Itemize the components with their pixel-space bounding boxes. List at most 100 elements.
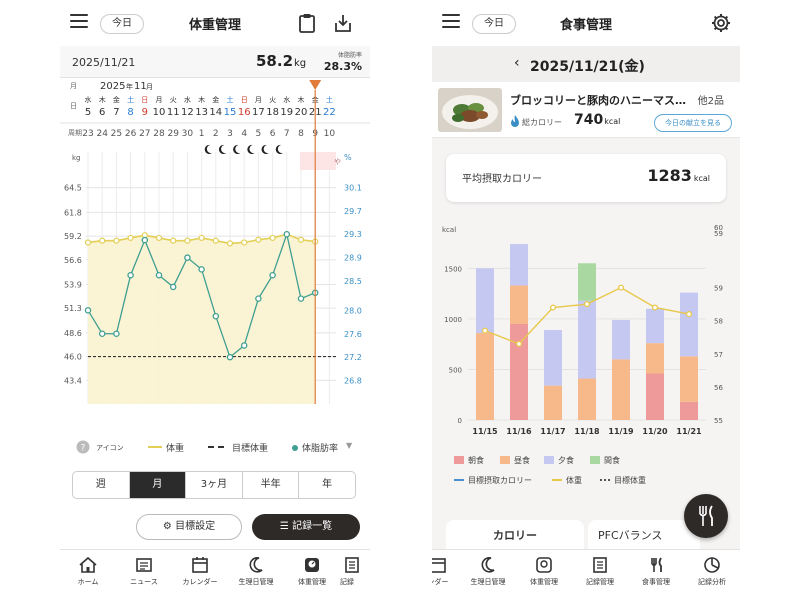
calendar-grid[interactable]: 月 2025 年 11 月日周期水523木624金725土826日927月1028火11… xyxy=(60,78,370,142)
bottom-navigation: ンダー 生理日管理 体重管理 記録管理 食事管理 記録分析 xyxy=(432,549,740,600)
bar-segment-夕食 xyxy=(544,330,562,386)
download-icon[interactable] xyxy=(332,12,354,34)
avg-calorie: 1283 kcal xyxy=(647,166,710,185)
lunch-swatch xyxy=(500,456,510,464)
x-tick: 11/20 xyxy=(642,427,668,436)
cycle-day: 4 xyxy=(241,129,247,139)
gear-icon: ⚙ xyxy=(162,521,172,532)
tab-3months[interactable]: 3ヶ月 xyxy=(186,472,243,498)
svg-text:?: ? xyxy=(81,444,86,454)
weekday-label: 金 xyxy=(212,95,219,104)
bar-segment-昼食 xyxy=(646,343,664,374)
bar-segment-夕食 xyxy=(578,300,596,379)
nav-calendar-label: カレンダー xyxy=(182,578,218,586)
gear-icon[interactable] xyxy=(710,12,732,34)
calendar-strip[interactable]: 月 2025 年 11 月日周期水 5 23 木 6 24 金 7 25 土 8 26 日 9 27 月 10 28 火 11… xyxy=(60,78,370,142)
edge-label: や xyxy=(334,158,341,166)
month-suffix: 月 xyxy=(146,83,153,91)
day-number: 14 xyxy=(209,107,222,118)
nav-period[interactable]: 生理日管理 xyxy=(228,556,284,587)
average-calorie-card: 平均摂取カロリー 1283 kcal xyxy=(446,154,726,202)
cycle-day: 23 xyxy=(82,129,93,139)
month-row-label: 月 xyxy=(70,82,77,90)
weekday-label: 月 xyxy=(156,96,163,104)
legend-dropdown-icon[interactable]: ▼ xyxy=(346,441,352,450)
day-number: 7 xyxy=(113,107,119,118)
menu-icon[interactable] xyxy=(70,14,88,28)
scale-icon xyxy=(305,558,319,572)
nav-analysis[interactable]: 記録分析 xyxy=(684,556,740,587)
weekday-label: 木 xyxy=(99,95,106,104)
weight-point xyxy=(113,237,120,244)
weight-point xyxy=(515,340,523,347)
nav-calendar-label: ンダー xyxy=(432,578,449,586)
bar-segment-夕食 xyxy=(646,308,664,344)
chart-legend: ? アイコン 体重 目標体重 体脂肪率 ▼ xyxy=(60,436,370,458)
meal-card[interactable]: ブロッコリーと豚肉のハニーマス… 他2品 総カロリー 740kcal 今日の献立… xyxy=(432,84,740,138)
y-right-tick: 27.2 xyxy=(344,353,362,362)
total-kcal: 740kcal xyxy=(574,112,620,128)
y-left-tick: 500 xyxy=(449,366,462,374)
weight-chart[interactable]: 64.5 61.8 59.2 56.6 53.9 51.3 48.6 46.0 43.4 30.1… xyxy=(60,142,370,432)
nav-period[interactable]: 生理日管理 xyxy=(460,556,516,587)
help-icon[interactable]: ? xyxy=(76,440,90,454)
target-legend-swatch xyxy=(208,446,224,448)
today-button[interactable]: 今日 xyxy=(472,14,516,34)
tab-calorie[interactable]: カロリー xyxy=(446,520,584,552)
weight-management-screen: 今日 体重管理 2025/11/21 58.2kg 体脂肪率 28.3% 月 20… xyxy=(60,0,370,600)
breakfast-swatch xyxy=(454,456,464,464)
legend-dinner: 夕食 xyxy=(544,455,574,466)
weekday-label: 木 xyxy=(298,95,305,104)
nav-news[interactable]: ニュース xyxy=(116,556,172,587)
fat-point xyxy=(255,295,262,302)
menu-icon[interactable] xyxy=(442,14,460,28)
record-list-label: 記録一覧 xyxy=(292,521,333,532)
y-left-tick: 64.5 xyxy=(64,184,82,193)
clipboard-icon[interactable] xyxy=(296,12,318,34)
weight-swatch xyxy=(552,479,562,481)
nav-record[interactable]: 記録 xyxy=(340,556,370,587)
goal-settings-button[interactable]: ⚙ 目標設定 xyxy=(136,514,242,540)
add-meal-fab[interactable] xyxy=(684,494,728,538)
nav-weight[interactable]: 体重管理 xyxy=(516,556,572,587)
y-left-tick: 0 xyxy=(458,417,462,425)
app-bar: 今日 体重管理 xyxy=(60,0,370,46)
cycle-day: 10 xyxy=(324,129,336,139)
weekday-label: 土 xyxy=(326,95,333,104)
calorie-chart[interactable]: 0 500 1000 1500 55 56 57 58 59 kcal 60 59 11/15 11/16… xyxy=(432,220,740,442)
app-bar: 今日 食事管理 xyxy=(432,0,740,46)
snack-swatch xyxy=(590,456,600,464)
weight-point xyxy=(583,301,591,308)
nav-calendar[interactable]: カレンダー xyxy=(172,556,228,587)
weight-point xyxy=(198,234,205,242)
nav-meal[interactable]: 食事管理 xyxy=(628,556,684,587)
y-right-tick: 29.7 xyxy=(344,207,362,216)
nav-home-label: ホーム xyxy=(77,578,99,586)
nav-news-label: ニュース xyxy=(130,578,158,586)
y-right-tick: 59 xyxy=(714,285,723,293)
y-right-tick: 26.8 xyxy=(344,377,362,386)
nav-weight[interactable]: 体重管理 xyxy=(284,556,340,587)
today-button[interactable]: 今日 xyxy=(100,14,144,34)
tab-week[interactable]: 週 xyxy=(73,472,130,498)
nav-records[interactable]: 記録管理 xyxy=(572,556,628,587)
tab-half-year[interactable]: 半年 xyxy=(243,472,300,498)
record-list-button[interactable]: ☰ 記録一覧 xyxy=(252,514,360,540)
nav-home[interactable]: ホーム xyxy=(60,556,116,587)
view-today-menu-button[interactable]: 今日の献立を見る xyxy=(654,114,732,132)
y-left-tick: 53.9 xyxy=(64,280,82,289)
day-number: 10 xyxy=(153,107,166,118)
weekday-label: 水 xyxy=(85,95,92,104)
fat-point xyxy=(169,283,177,291)
tab-year[interactable]: 年 xyxy=(299,472,355,498)
tab-month[interactable]: 月 xyxy=(129,472,187,498)
bar-segment-夕食 xyxy=(680,292,698,357)
y-right-label: % xyxy=(344,153,352,162)
weight-point xyxy=(212,237,219,244)
scale-icon xyxy=(536,557,552,573)
chevron-left-icon[interactable]: ‹ xyxy=(514,55,520,71)
y-right-tick: 28.5 xyxy=(344,277,362,286)
cycle-day: 1 xyxy=(199,129,205,139)
weight-unit: kg xyxy=(294,58,307,69)
day-number: 6 xyxy=(99,107,105,118)
